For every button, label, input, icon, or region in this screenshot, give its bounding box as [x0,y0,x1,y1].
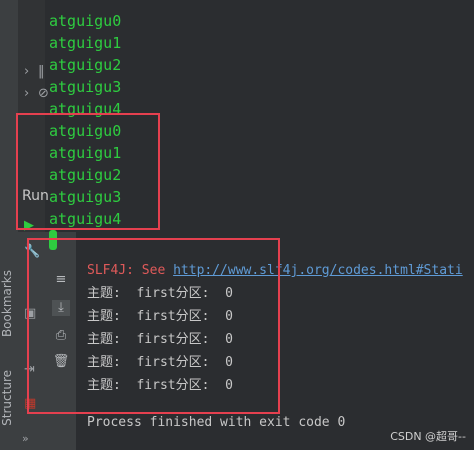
watermark: CSDN @超哥-- [390,430,466,443]
pause-icon[interactable]: ‖ [38,64,45,79]
structure-tab[interactable]: Structure [0,370,14,426]
more-icon[interactable]: » [22,432,29,445]
output-line: atguigu3 [49,78,122,96]
output-line: atguigu2 [49,56,122,74]
chevron-right-icon[interactable]: › [24,64,29,79]
chevron-right-icon[interactable]: › [24,86,29,101]
exit-message: Process finished with exit code 0 [87,415,346,430]
close-icon[interactable]: ⊘ [38,86,49,101]
highlight-box-output [16,113,160,230]
highlight-box-console [27,238,280,414]
bookmarks-tab[interactable]: Bookmarks [0,270,14,337]
output-line: atguigu1 [49,34,122,52]
output-line: atguigu0 [49,12,122,30]
